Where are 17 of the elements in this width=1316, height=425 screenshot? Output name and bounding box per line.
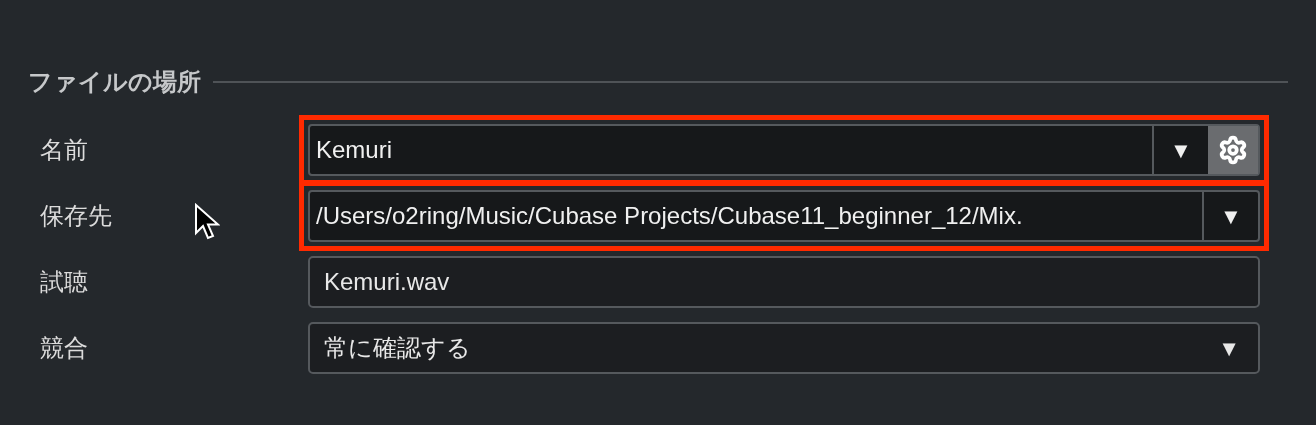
field-value: /Users/o2ring/Music/Cubase Projects/Cubase11_beginner_12/Mix. [315,201,1024,231]
field-value: Kemuri [315,135,394,165]
combo-field[interactable]: /Users/o2ring/Music/Cubase Projects/Cubase11_beginner_12/Mix. ▼ [308,190,1260,242]
text-field[interactable]: Kemuri.wav [308,256,1260,308]
settings-icon [1218,135,1248,165]
field-label: 競合 [40,334,88,362]
dropdown-arrow: ▼ [1218,334,1240,363]
field-label: 名前 [40,136,88,164]
dropdown-value: 常に確認する [324,333,471,363]
section-title: ファイルの場所 [28,67,201,98]
field-label: 試聴 [40,268,88,296]
settings-button[interactable] [1208,126,1258,174]
dropdown[interactable]: 常に確認する ▼ [308,322,1260,374]
field-label: 保存先 [40,202,112,230]
dropdown-button[interactable]: ▼ [1202,192,1258,240]
combo-field[interactable]: Kemuri ▼ [308,124,1260,176]
cursor-icon [194,203,220,241]
